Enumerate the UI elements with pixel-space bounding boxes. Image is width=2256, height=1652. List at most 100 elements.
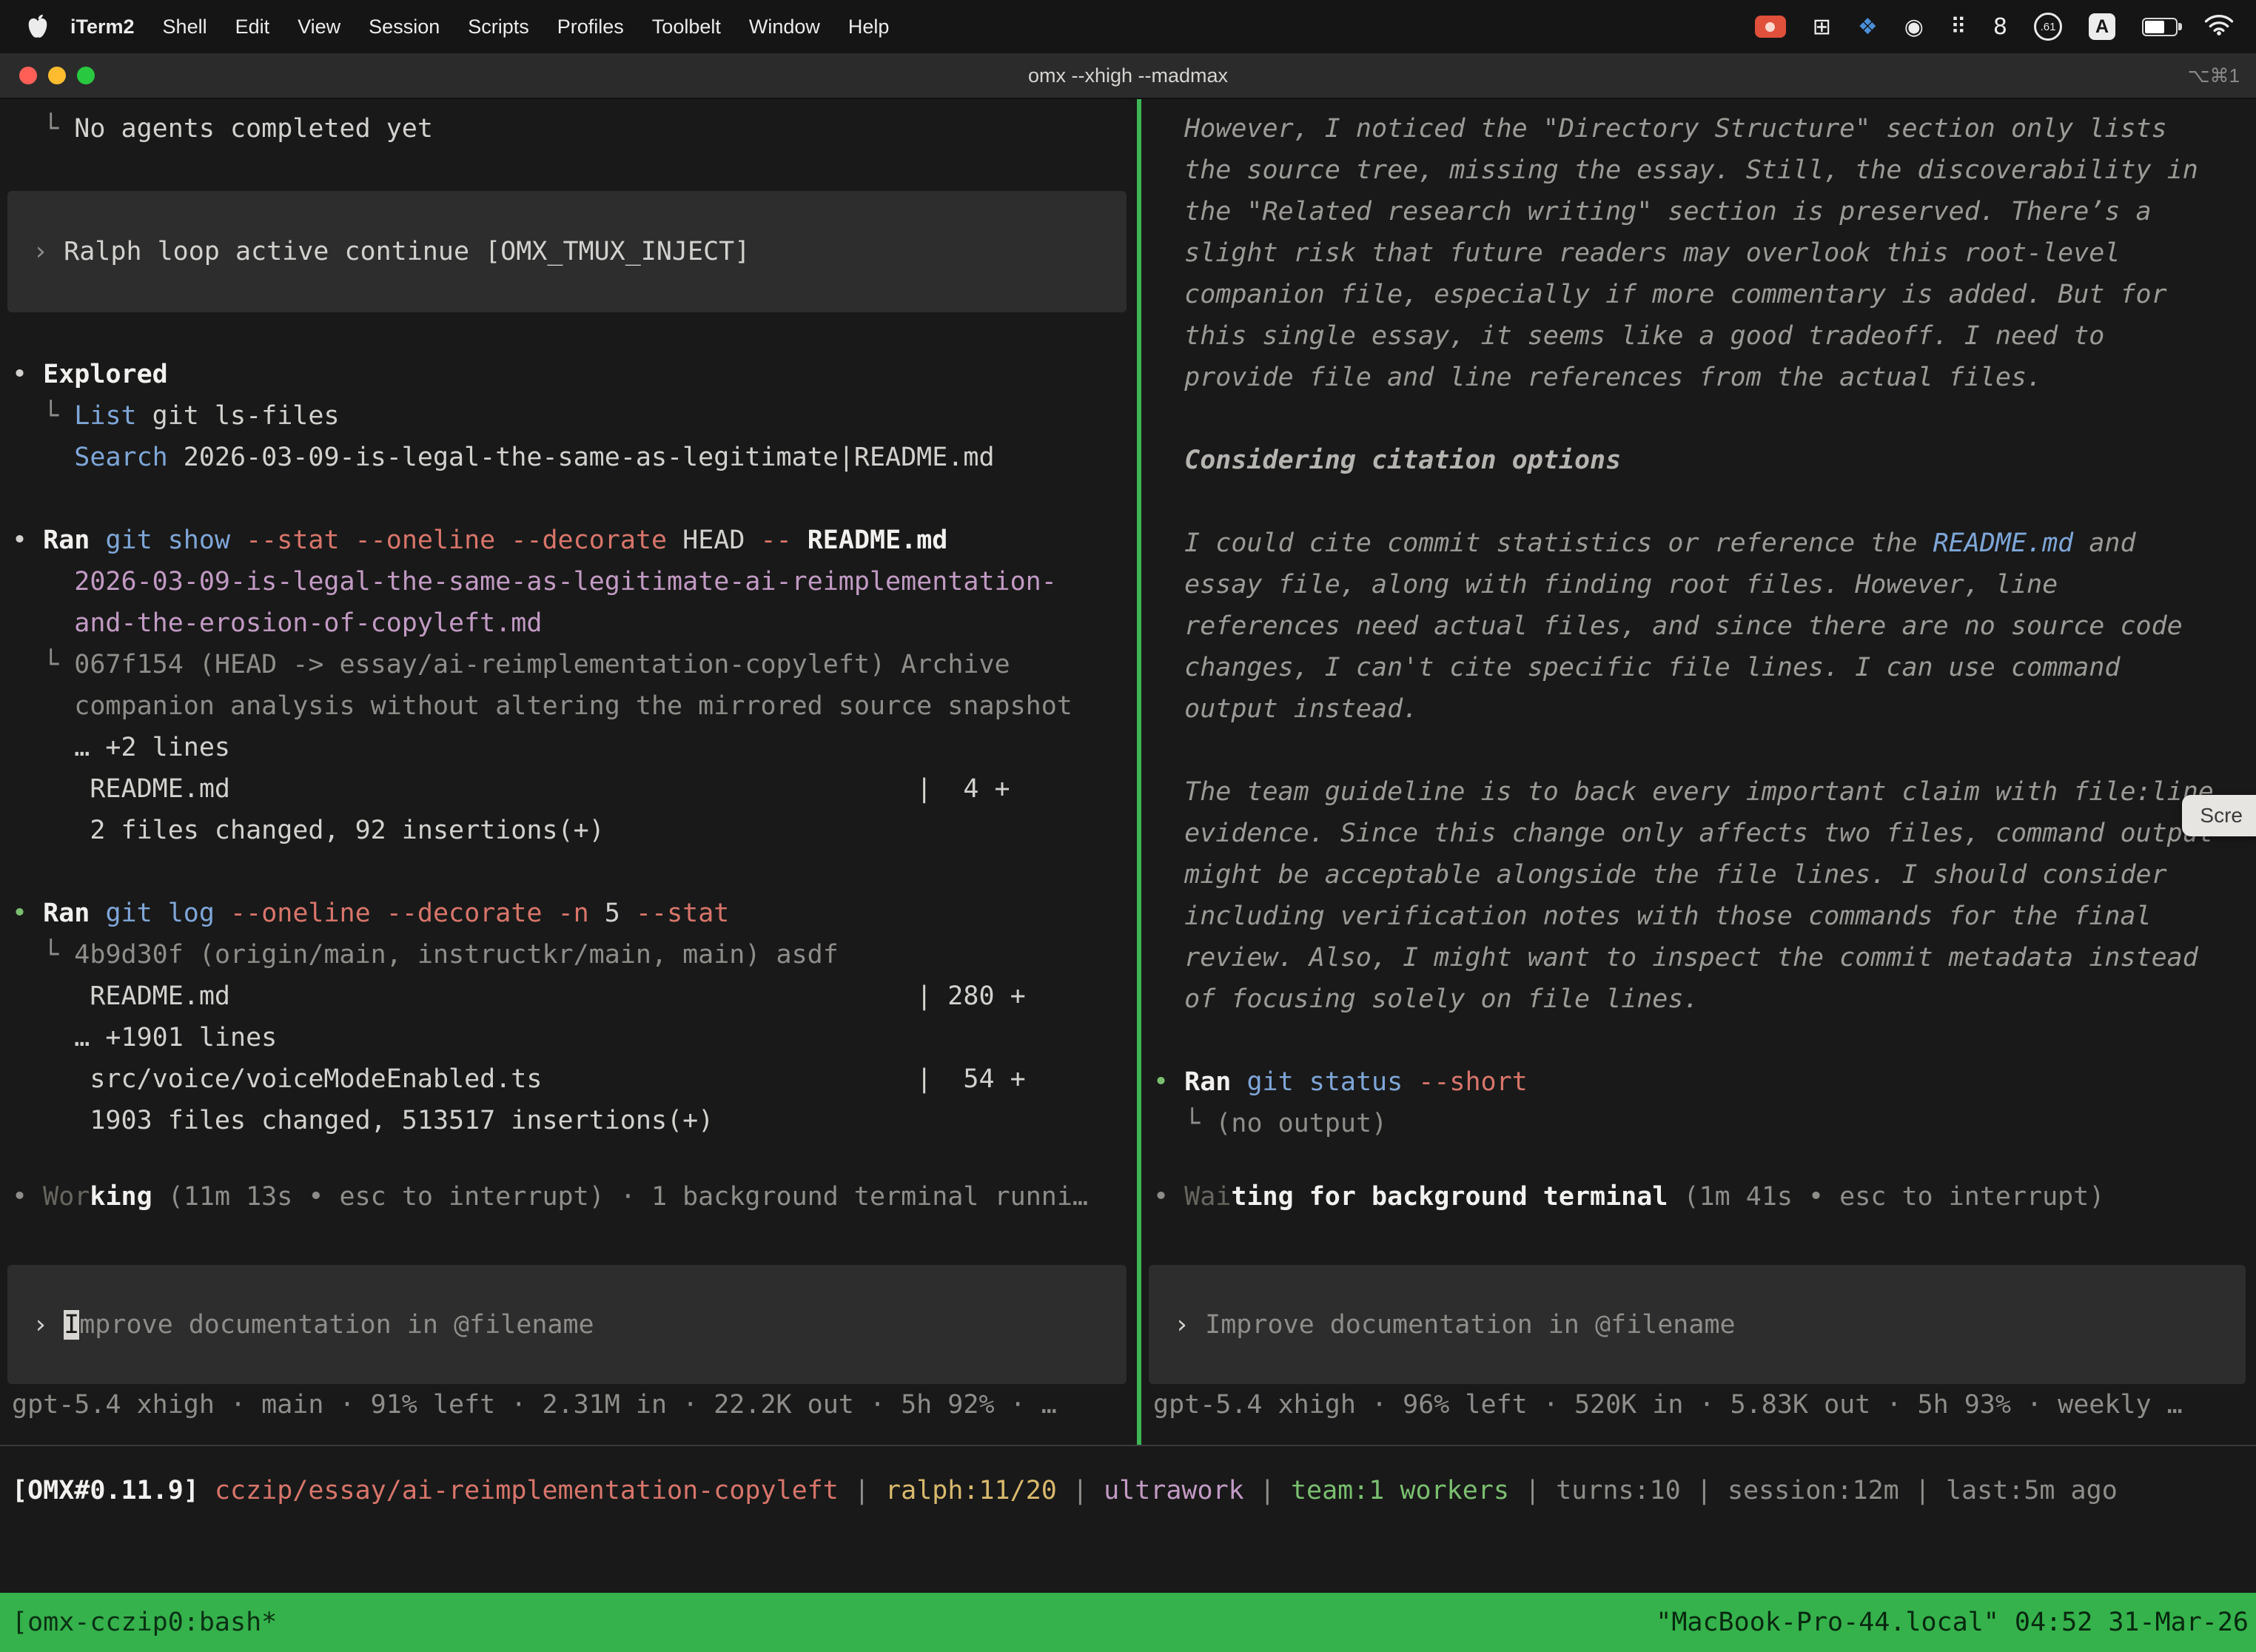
terminal-line: review. Also, I might want to inspect th… (1141, 937, 2256, 978)
right-pane-bottom-lines: • Waiting for background terminal (1m 41… (1141, 1176, 2256, 1426)
prompt-input-right[interactable]: › Improve documentation in @filename (1149, 1265, 2246, 1384)
left-pane-output: └ No agents completed yet › Ralph loop ac… (0, 108, 1137, 1141)
text-segment: I could cite commit statistics or refere… (1153, 528, 1933, 558)
terminal-line: Considering citation options (1141, 440, 2256, 481)
menu-item-view[interactable]: View (283, 16, 355, 38)
prompt-input-left[interactable]: › Improve documentation in @filename (7, 1265, 1127, 1384)
text-segment: | (1899, 1476, 1946, 1505)
menu-item-session[interactable]: Session (355, 16, 454, 38)
terminal-line: However, I noticed the "Directory Struct… (1141, 108, 2256, 150)
terminal-line: • Explored (0, 354, 1137, 395)
text-segment: and-the-erosion-of-copyleft.md (12, 608, 542, 638)
window-shortcut-hint: ⌥⌘1 (2188, 64, 2240, 87)
menu-bar: iTerm2 ShellEditViewSessionScriptsProfil… (0, 0, 2256, 53)
text-segment: | (1681, 1476, 1728, 1505)
input-source-icon[interactable]: A (2089, 13, 2115, 40)
tmux-host-clock: "MacBook-Pro-44.local" 04:52 31-Mar-26 (1656, 1608, 2249, 1637)
text-segment: Considering citation options (1153, 446, 1621, 475)
text-segment: › (33, 237, 64, 266)
terminal-line: README.md | 280 + (0, 976, 1137, 1017)
wifi-icon[interactable] (2204, 13, 2234, 41)
text-segment: • (12, 899, 43, 928)
text-segment: 2 files changed, 92 insertions(+) (12, 816, 605, 845)
menu-item-window[interactable]: Window (735, 16, 834, 38)
text-segment: [OMX#0.11.9] (12, 1476, 199, 1505)
terminal-line: src/voice/voiceModeEnabled.ts | 54 + (0, 1058, 1137, 1100)
menu-item-scripts[interactable]: Scripts (454, 16, 543, 38)
tmux-status-bar: [omx-cczip0:bash* "MacBook-Pro-44.local"… (0, 1593, 2256, 1652)
terminal-line (0, 851, 1137, 893)
loop-app-icon[interactable]: 8 (1993, 14, 2007, 40)
zoom-button[interactable] (77, 67, 95, 84)
menu-item-iterm2[interactable]: iTerm2 (56, 16, 149, 38)
window-grid-icon[interactable]: ⊞ (1813, 14, 1831, 40)
blue-app-icon[interactable]: ❖ (1858, 14, 1878, 40)
text-segment: Ralph loop active continue [OMX_TMUX_INJ… (64, 237, 750, 266)
minimize-button[interactable] (48, 67, 66, 84)
macos-screen: iTerm2 ShellEditViewSessionScriptsProfil… (0, 0, 2256, 1652)
text-segment: 5 (589, 899, 636, 928)
text-segment: Wor (43, 1182, 90, 1212)
text-segment: No agents completed yet (74, 114, 433, 144)
terminal-line: I could cite commit statistics or refere… (1141, 523, 2256, 564)
terminal-line: • Ran git status --short (1141, 1061, 2256, 1103)
text-segment: last:5m ago (1946, 1476, 2118, 1505)
menu-item-help[interactable]: Help (834, 16, 904, 38)
terminal-line (1141, 1020, 2256, 1061)
text-segment: (no output) (1215, 1109, 1387, 1138)
percentage-badge-icon[interactable]: .61 (2034, 13, 2062, 41)
dots-grid-icon[interactable]: ⠿ (1950, 14, 1967, 40)
text-segment: • (12, 1182, 43, 1212)
apple-menu-icon[interactable] (27, 13, 49, 40)
close-button[interactable] (19, 67, 37, 84)
text-segment: 1903 files changed, 513517 insertions(+) (12, 1106, 714, 1135)
text-segment: └ (12, 114, 74, 144)
menu-item-profiles[interactable]: Profiles (543, 16, 638, 38)
text-segment: might be acceptable alongside the file l… (1153, 860, 2167, 890)
text-segment: -n (558, 899, 589, 928)
text-segment: cczip/essay/ai-reimplementation-copyleft (215, 1476, 839, 1505)
tmux-session-window: [omx-cczip0:bash* (12, 1608, 277, 1637)
text-segment: README.md (808, 526, 948, 555)
text-segment: team:1 workers (1291, 1476, 1509, 1505)
screen-edge-overlay-button[interactable]: Scre (2182, 795, 2256, 836)
screen-recording-indicator-icon[interactable] (1755, 16, 1786, 38)
text-segment: companion file, especially if more comme… (1153, 280, 2167, 309)
text-segment: 4b9d30f (origin/main, instructkr/main, m… (74, 940, 839, 970)
text-segment (542, 899, 557, 928)
model-status-line: gpt-5.4 xhigh · 96% left · 520K in · 5.8… (1141, 1384, 2256, 1426)
terminal-line: The team guideline is to back every impo… (1141, 771, 2256, 813)
text-segment: changes, I can't cite specific file line… (1153, 653, 2120, 682)
window-title-bar[interactable]: omx --xhigh --madmax ⌥⌘1 (0, 53, 2256, 99)
text-segment: king (90, 1182, 152, 1212)
text-segment: the source tree, missing the essay. Stil… (1153, 155, 2198, 185)
text-segment: and (2073, 528, 2135, 558)
text-segment: this single essay, it seems like a good … (1153, 321, 2104, 351)
terminal-line: slight risk that future readers may over… (1141, 232, 2256, 274)
terminal-line: references need actual files, and since … (1141, 605, 2256, 647)
terminal-line: provide file and line references from th… (1141, 357, 2256, 398)
terminal-pane-left[interactable]: └ No agents completed yet › Ralph loop ac… (0, 99, 1137, 1445)
menu-item-edit[interactable]: Edit (221, 16, 284, 38)
terminal-line: 2026-03-09-is-legal-the-same-as-legitima… (0, 561, 1137, 602)
text-segment: … +1901 lines (12, 1023, 277, 1052)
text-segment: output instead. (1153, 694, 1418, 724)
text-segment: 2026-03-09-is-legal-the-same-as-legitima… (12, 567, 1057, 597)
text-segment: README.md | 280 + (12, 981, 1026, 1011)
text-segment: • (12, 360, 43, 389)
terminal-pane-right[interactable]: However, I noticed the "Directory Struct… (1141, 99, 2256, 1445)
menu-item-toolbelt[interactable]: Toolbelt (638, 16, 735, 38)
terminal-line: changes, I can't cite specific file line… (1141, 647, 2256, 688)
dark-app-icon[interactable]: ◉ (1904, 14, 1924, 40)
text-segment: --oneline --decorate (230, 899, 542, 928)
terminal-line: … +1901 lines (0, 1017, 1137, 1058)
text-segment: Ran (1184, 1067, 1231, 1097)
text-segment: › (33, 1310, 64, 1340)
text-segment (792, 526, 808, 555)
terminal-line: README.md | 4 + (0, 768, 1137, 810)
terminal-line: Search 2026-03-09-is-legal-the-same-as-l… (0, 437, 1137, 478)
text-segment: -- (761, 526, 792, 555)
battery-icon[interactable] (2142, 18, 2178, 36)
menu-item-shell[interactable]: Shell (149, 16, 221, 38)
text-segment: session:12m (1728, 1476, 1899, 1505)
